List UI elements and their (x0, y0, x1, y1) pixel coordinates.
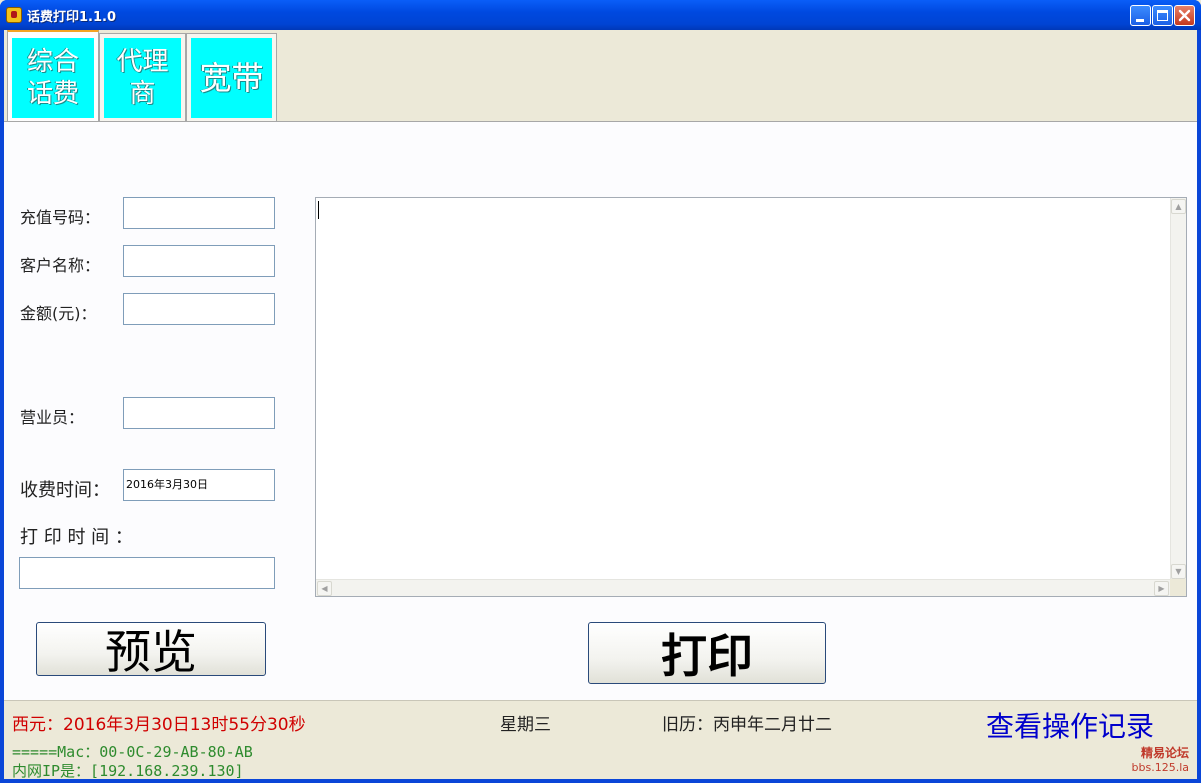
phone-input[interactable] (123, 197, 275, 229)
chevron-right-icon: ▶ (1158, 584, 1165, 593)
chevron-left-icon: ◀ (321, 584, 328, 593)
amount-label: 金额(元)： (20, 304, 97, 323)
customer-label: 客户名称： (20, 256, 101, 275)
text-caret (318, 201, 319, 219)
minimize-icon (1136, 19, 1144, 22)
vertical-scrollbar[interactable]: ▲ ▼ (1170, 198, 1186, 580)
maximize-icon (1157, 10, 1168, 21)
scroll-left-button[interactable]: ◀ (317, 581, 332, 596)
chevron-down-icon: ▼ (1175, 567, 1182, 576)
scroll-right-button[interactable]: ▶ (1154, 581, 1169, 596)
tab-comprehensive-fee[interactable]: 综合 话费 (7, 30, 99, 123)
scroll-down-button[interactable]: ▼ (1171, 564, 1186, 579)
horizontal-scrollbar[interactable]: ◀ ▶ (316, 579, 1170, 596)
preview-button[interactable]: 预览 (36, 622, 266, 679)
phone-label: 充值号码： (20, 208, 101, 227)
charge-time-picker[interactable]: 2016年3月30日 (123, 469, 275, 501)
charge-time-label: 收费时间： (20, 480, 110, 501)
title-bar[interactable]: 话费打印1.1.0 (0, 0, 1201, 30)
print-time-label: 打 印 时 间 ： (20, 527, 133, 548)
tab-strip: 综合 话费 代理 商 宽带 (4, 30, 1197, 123)
print-button[interactable]: 打印 (588, 622, 826, 684)
tab-broadband[interactable]: 宽带 (186, 33, 277, 121)
print-time-input[interactable] (19, 557, 275, 589)
status-bar: 西元：2016年3月30日13时55分30秒 星期三 旧历：丙申年二月廿二 查看… (4, 700, 1197, 780)
clerk-input[interactable] (123, 397, 275, 429)
tab-page-comprehensive-fee: 充值号码： 客户名称： 金额(元)： 营业员： 收费时间： 2016年3月30日… (4, 121, 1197, 700)
amount-input[interactable] (123, 293, 275, 325)
maximize-button[interactable] (1152, 5, 1173, 26)
clerk-label: 营业员： (20, 408, 85, 427)
chevron-up-icon: ▲ (1175, 202, 1182, 211)
app-icon (6, 7, 22, 23)
tab-agent-label: 代理 商 (104, 38, 181, 118)
view-log-link[interactable]: 查看操作记录 (986, 705, 1154, 745)
tab-broadband-label: 宽带 (191, 38, 272, 118)
app-window: 话费打印1.1.0 综合 话费 代理 商 宽带 充值号码： 客户名称： 金额(元… (0, 0, 1201, 783)
close-icon (1178, 9, 1191, 22)
forum-watermark: 精易论坛 bbs.125.la (1131, 746, 1189, 774)
minimize-button[interactable] (1130, 5, 1151, 26)
window-title: 话费打印1.1.0 (27, 10, 117, 25)
client-area: 综合 话费 代理 商 宽带 充值号码： 客户名称： 金额(元)： 营业员： 收费… (4, 30, 1197, 780)
close-button[interactable] (1174, 5, 1195, 26)
lan-ip-address: 内网IP是：[192.168.239.130] (12, 762, 244, 780)
preview-text-area[interactable]: ▲ ▼ ◀ ▶ (315, 197, 1187, 597)
customer-input[interactable] (123, 245, 275, 277)
gregorian-datetime: 西元：2016年3月30日13时55分30秒 (12, 715, 306, 735)
scrollbar-corner (1170, 579, 1186, 596)
tab-comprehensive-fee-label: 综合 话费 (12, 38, 94, 118)
mac-address: =====Mac：00-0C-29-AB-80-AB (12, 743, 253, 761)
tab-agent[interactable]: 代理 商 (99, 33, 186, 121)
weekday-text: 星期三 (500, 715, 551, 735)
lunar-date: 旧历：丙申年二月廿二 (662, 715, 832, 735)
scroll-up-button[interactable]: ▲ (1171, 199, 1186, 214)
